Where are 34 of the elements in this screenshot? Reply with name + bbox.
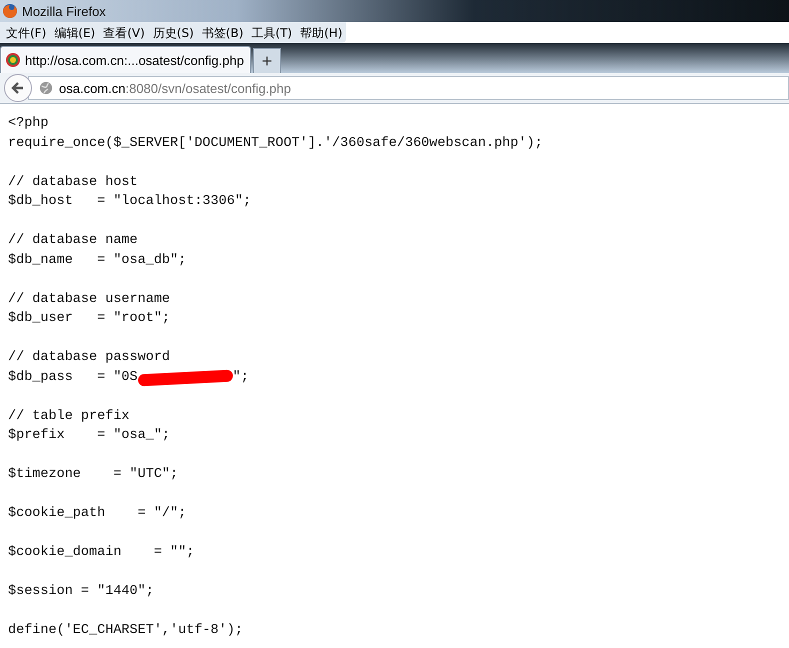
back-arrow-icon bbox=[10, 80, 26, 96]
globe-icon bbox=[39, 81, 53, 95]
menu-item[interactable]: 查看(V) bbox=[99, 24, 149, 40]
code-line: "; bbox=[232, 368, 249, 386]
code-line: $db_host = "localhost:3306"; bbox=[8, 193, 252, 211]
menu-item[interactable]: 编辑(E) bbox=[50, 24, 100, 40]
code-line: // database password bbox=[8, 349, 170, 367]
code-line: // database name bbox=[8, 232, 138, 250]
code-line: $session = "1440"; bbox=[8, 583, 154, 601]
back-button[interactable] bbox=[4, 74, 32, 102]
code-line: require_once($_SERVER['DOCUMENT_ROOT'].'/360safe/360webscan.php'); bbox=[8, 134, 543, 152]
menu-item[interactable]: 书签(B) bbox=[198, 24, 248, 40]
code-line: // database host bbox=[8, 174, 138, 192]
address-field[interactable]: osa.com.cn:8080/svn/osatest/config.php bbox=[28, 76, 789, 100]
menu-item[interactable]: 历史(S) bbox=[148, 24, 198, 40]
code-line: // table prefix bbox=[8, 408, 130, 426]
code-line: $cookie_domain = ""; bbox=[8, 544, 194, 562]
code-line: $db_name = "osa_db"; bbox=[8, 252, 186, 270]
browser-tab[interactable]: http://osa.com.cn:...osatest/config.php bbox=[0, 46, 251, 73]
menu-item[interactable]: 文件(F) bbox=[2, 24, 50, 40]
menu-item[interactable]: 帮助(H) bbox=[296, 24, 346, 40]
new-tab-button[interactable]: + bbox=[252, 48, 281, 73]
code-line: $db_pass = "0S bbox=[8, 368, 138, 386]
code-line: define('EC_CHARSET','utf-8'); bbox=[8, 622, 243, 640]
code-line: $prefix = "osa_"; bbox=[8, 427, 170, 445]
menu-item[interactable]: 工具(T) bbox=[247, 24, 296, 40]
browser-logo-icon bbox=[2, 3, 18, 19]
code-line: $timezone = "UTC"; bbox=[8, 466, 178, 484]
site-icon bbox=[5, 52, 21, 68]
code-line: $cookie_path = "/"; bbox=[8, 505, 186, 523]
code-line: // database username bbox=[8, 290, 170, 308]
window-title: Mozilla Firefox bbox=[22, 4, 106, 18]
code-line: <?php bbox=[8, 115, 49, 133]
code-line: $db_user = "root"; bbox=[8, 310, 170, 328]
